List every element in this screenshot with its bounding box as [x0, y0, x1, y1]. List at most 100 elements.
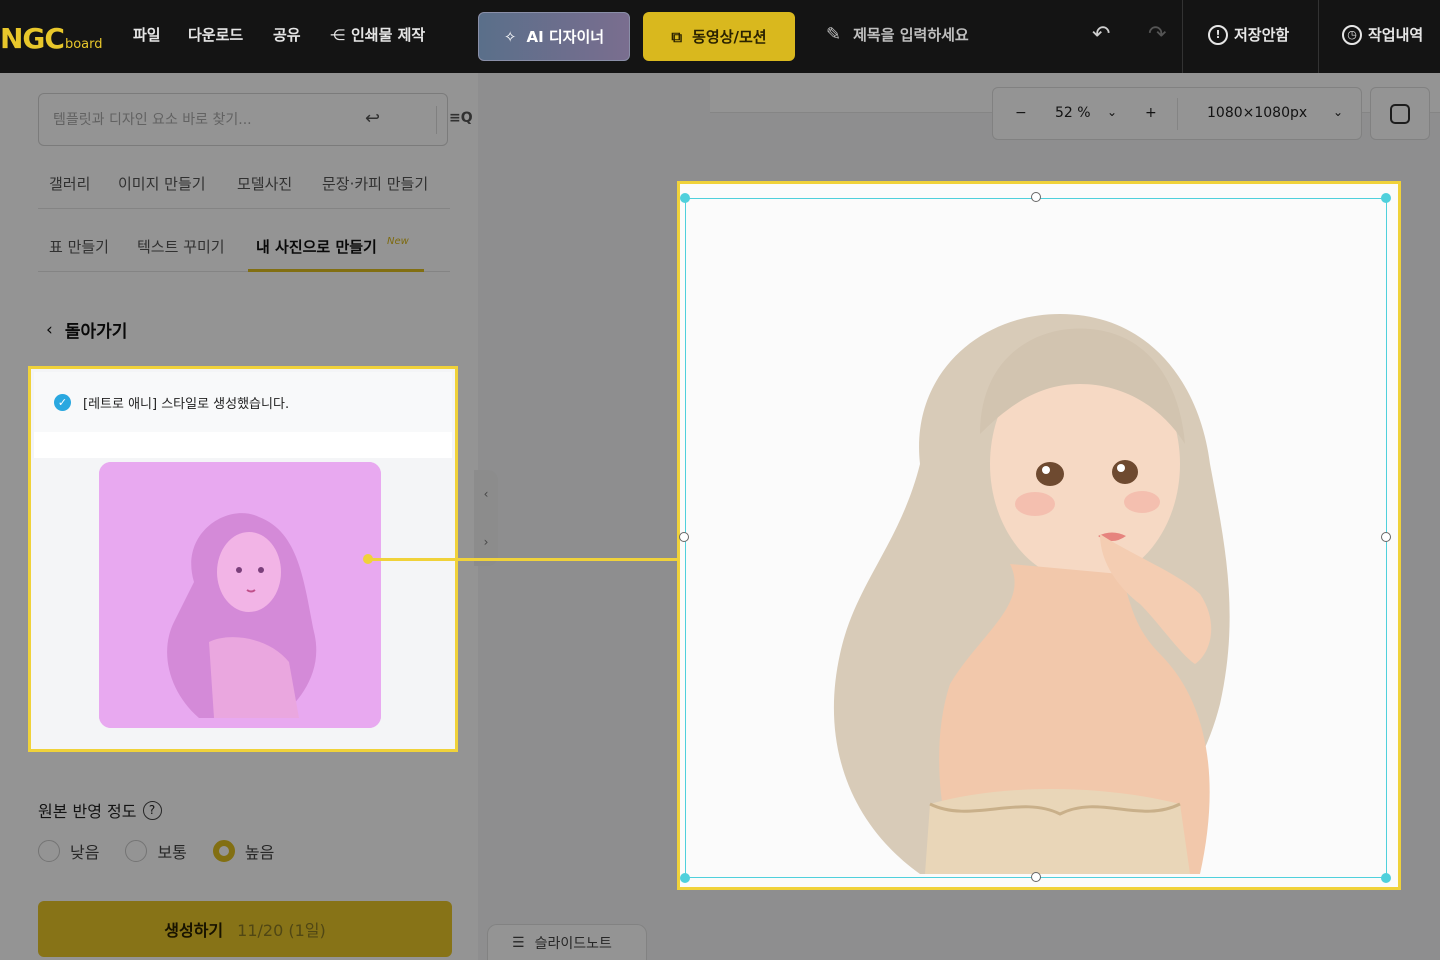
zoom-out-icon[interactable]: − — [1015, 105, 1027, 121]
generate-button[interactable]: 생성하기 11/20 (1일) — [38, 901, 452, 957]
page-icon — [1390, 103, 1410, 124]
resize-handle[interactable] — [680, 873, 690, 883]
menu-download-label: 다운로드 — [188, 26, 244, 44]
undo-icon[interactable]: ↶ — [1092, 22, 1110, 47]
ai-designer-label: AI 디자이너 — [526, 28, 605, 46]
history-button[interactable]: ◷ 작업내역 — [1342, 24, 1423, 45]
resize-handle[interactable] — [1381, 193, 1391, 203]
notes-icon: ☰ — [512, 934, 525, 951]
radio-medium[interactable]: 보통 — [125, 839, 187, 863]
resize-handle[interactable] — [1381, 873, 1391, 883]
menu-file[interactable]: 파일 — [133, 24, 161, 45]
title-input[interactable]: ✎ 제목을 입력하세요 — [826, 24, 969, 45]
clock-icon: ◷ — [1342, 24, 1362, 45]
tab-row-2: 표 만들기 텍스트 꾸미기 내 사진으로 만들기 New — [38, 224, 450, 272]
canvas-size[interactable]: 1080×1080px — [1207, 105, 1307, 121]
enter-icon[interactable]: ↩ — [365, 108, 380, 129]
help-icon[interactable]: ? — [142, 800, 162, 820]
logo-subtext: board — [64, 37, 103, 52]
connector-line — [368, 558, 693, 561]
portrait-illustration-thumb — [99, 462, 381, 728]
search-input[interactable] — [53, 111, 353, 128]
resize-handle[interactable] — [680, 193, 690, 203]
connector-dot — [363, 554, 373, 564]
edge-handle[interactable] — [1031, 192, 1041, 202]
back-button[interactable]: ‹ 돌아가기 — [46, 317, 128, 343]
edge-handle[interactable] — [679, 532, 689, 542]
edge-handle[interactable] — [1381, 532, 1391, 542]
slide-note-label: 슬라이드노트 — [534, 935, 612, 952]
chevron-down-icon[interactable]: ⌄ — [1333, 105, 1343, 119]
result-message-bar: ✓ [레트로 애니] 스타일로 생성했습니다. — [34, 372, 452, 432]
zoom-value[interactable]: 52 % — [1055, 105, 1091, 121]
divider — [436, 106, 437, 134]
divider — [1182, 0, 1183, 73]
fidelity-label-text: 원본 반영 정도 — [38, 802, 137, 821]
slide-note-tab[interactable]: ☰ 슬라이드노트 — [487, 924, 647, 960]
top-toolbar: NGC board 파일 다운로드 공유 ⋲ 인쇄물 제작 ✧ AI 디자이너 ⧉… — [0, 0, 1440, 73]
filter-search-icon[interactable]: ≡Q — [449, 110, 473, 126]
menu-share[interactable]: 공유 — [273, 24, 301, 45]
title-placeholder: 제목을 입력하세요 — [853, 26, 969, 44]
page-options-button[interactable] — [1370, 87, 1430, 140]
chevron-left-icon: ‹ — [483, 487, 489, 501]
redo-icon[interactable]: ↷ — [1148, 22, 1166, 47]
tab-image-create[interactable]: 이미지 만들기 — [118, 173, 206, 194]
tab-text-decorate[interactable]: 텍스트 꾸미기 — [137, 236, 225, 257]
radio-medium-label: 보통 — [157, 843, 187, 862]
fidelity-options: 낮음 보통 높음 — [38, 839, 274, 863]
menu-share-label: 공유 — [273, 26, 301, 44]
generated-thumbnail[interactable] — [99, 462, 381, 728]
divider — [1318, 0, 1319, 73]
spacer — [34, 432, 452, 458]
menu-print-label: 인쇄물 제작 — [351, 26, 426, 44]
menu-file-label: 파일 — [133, 26, 161, 44]
fidelity-label: 원본 반영 정도 ? — [38, 798, 162, 822]
ai-designer-button[interactable]: ✧ AI 디자이너 — [478, 12, 630, 61]
menu-print[interactable]: ⋲ 인쇄물 제작 — [330, 24, 425, 45]
tab-table-create[interactable]: 표 만들기 — [49, 236, 109, 257]
selection-box[interactable] — [685, 198, 1387, 878]
edit-icon: ✎ — [826, 24, 842, 45]
alert-icon: ! — [1208, 24, 1228, 45]
edge-handle[interactable] — [1031, 872, 1041, 882]
motion-icon: ⧉ — [671, 27, 683, 46]
radio-circle — [125, 840, 148, 862]
save-status-label: 저장안함 — [1234, 26, 1290, 44]
chevron-right-icon: › — [483, 535, 489, 549]
back-label: 돌아가기 — [64, 322, 128, 342]
new-badge: New — [387, 236, 409, 247]
panel-collapse-handle[interactable]: ‹ › — [474, 470, 498, 566]
active-tab-indicator — [248, 269, 424, 272]
magic-wand-icon: ✧ — [503, 27, 517, 46]
logo-text: NGC — [0, 22, 65, 55]
radio-low[interactable]: 낮음 — [38, 839, 99, 863]
divider — [1177, 98, 1178, 130]
result-message: [레트로 애니] 스타일로 생성했습니다. — [83, 396, 290, 412]
print-icon: ⋲ — [330, 25, 345, 44]
radio-high[interactable]: 높음 — [212, 839, 275, 863]
radio-low-label: 낮음 — [70, 843, 100, 862]
zoom-toolbar: − 52 % ⌄ + 1080×1080px ⌄ — [992, 87, 1362, 140]
tab-copy-create[interactable]: 문장·카피 만들기 — [322, 173, 428, 194]
save-status-button[interactable]: ! 저장안함 — [1208, 24, 1289, 45]
generate-label: 생성하기 — [164, 921, 224, 940]
chevron-down-icon[interactable]: ⌄ — [1107, 105, 1117, 119]
search-box: ↩ ≡Q — [38, 93, 473, 146]
zoom-in-icon[interactable]: + — [1145, 105, 1157, 121]
radio-high-label: 높음 — [244, 843, 275, 862]
tab-model-photo[interactable]: 모델사진 — [237, 173, 292, 194]
tab-my-photo[interactable]: 내 사진으로 만들기 — [256, 236, 377, 257]
tab-row-1: 갤러리 이미지 만들기 모델사진 문장·카피 만들기 — [38, 161, 450, 209]
video-motion-label: 동영상/모션 — [692, 28, 767, 46]
chevron-left-icon: ‹ — [46, 319, 53, 340]
menu-download[interactable]: 다운로드 — [188, 24, 243, 45]
radio-circle — [38, 840, 60, 862]
history-label: 작업내역 — [1368, 26, 1424, 44]
radio-circle-selected — [212, 840, 235, 862]
check-icon: ✓ — [54, 393, 71, 411]
logo[interactable]: NGC board — [0, 22, 103, 55]
tab-gallery[interactable]: 갤러리 — [49, 173, 90, 194]
generate-count: 11/20 (1일) — [237, 921, 326, 940]
video-motion-button[interactable]: ⧉ 동영상/모션 — [643, 12, 795, 61]
